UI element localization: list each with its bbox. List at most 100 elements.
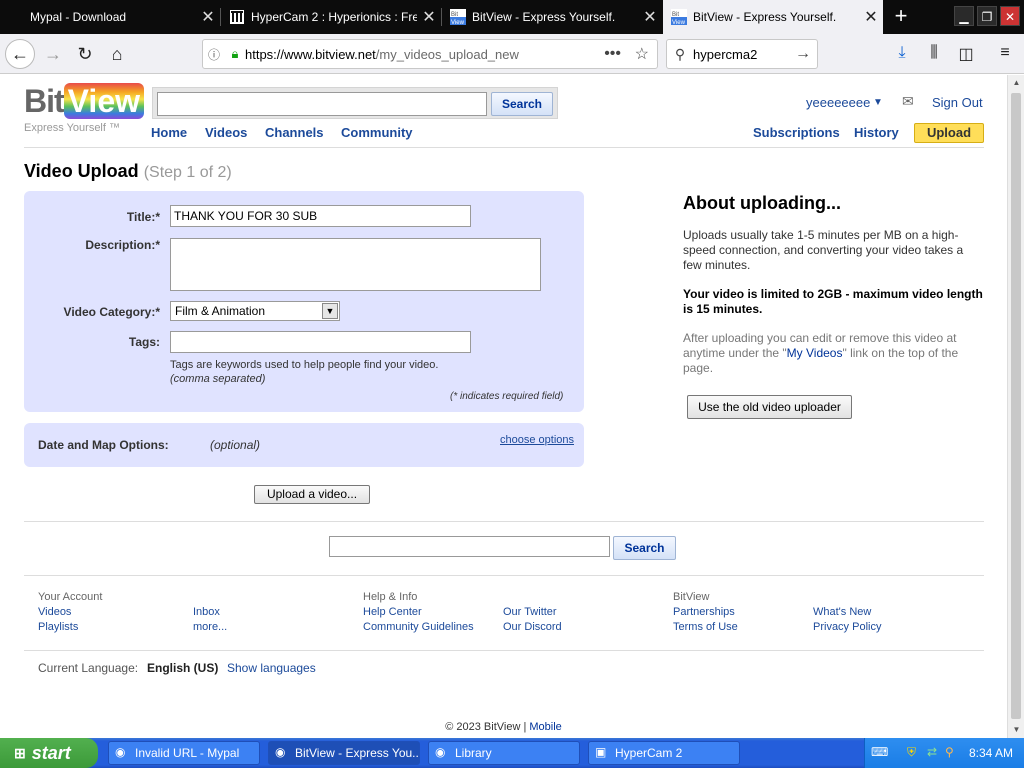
date-map-options-panel: Date and Map Options: (optional) choose … (24, 423, 584, 467)
info-icon[interactable]: ⓘ (203, 46, 225, 63)
minimize-window-icon[interactable]: ▁ (954, 6, 974, 26)
footer-link-playlists[interactable]: Playlists (38, 621, 78, 633)
footer-search-input[interactable] (329, 536, 610, 557)
upload-button[interactable]: Upload (914, 123, 984, 143)
footer-link-inbox[interactable]: Inbox (193, 606, 220, 618)
old-uploader-button[interactable]: Use the old video uploader (687, 395, 852, 419)
hypercam-icon: ▣ (595, 745, 607, 759)
keyboard-icon[interactable]: ⌨ (871, 745, 888, 759)
close-icon[interactable]: ✕ (638, 7, 662, 27)
upload-video-button[interactable]: Upload a video... (254, 485, 370, 504)
scrollbar-thumb[interactable] (1011, 93, 1021, 719)
menu-hamburger-icon[interactable]: ≡ (994, 44, 1016, 66)
system-tray: ⌨ ⛨ ⇄ ⚲ 8:34 AM (864, 738, 1024, 768)
subscriptions-link[interactable]: Subscriptions (753, 125, 840, 140)
footer-search-button[interactable]: Search (613, 536, 676, 560)
title-input[interactable]: THANK YOU FOR 30 SUB (170, 205, 471, 227)
tags-hint: Tags are keywords used to help people fi… (170, 359, 439, 371)
windows-logo-icon: ⊞ (14, 744, 26, 761)
nav-channels[interactable]: Channels (265, 125, 324, 140)
shield-icon[interactable]: ⛨ (907, 745, 916, 760)
magnifier-icon[interactable]: ⚲ (945, 745, 954, 759)
tab-title: Mypal - Download (30, 10, 127, 24)
tab-title: BitView - Express Yourself. (693, 10, 837, 24)
footer-link-privacy[interactable]: Privacy Policy (813, 621, 881, 633)
taskbar-item-hypercam[interactable]: ▣ HyperCam 2 (588, 741, 740, 765)
tab-mypal-download[interactable]: Mypal - Download ✕ (0, 0, 220, 34)
nav-home[interactable]: Home (151, 125, 187, 140)
copyright-text: © 2023 BitView (445, 721, 521, 733)
footer-link-twitter[interactable]: Our Twitter (503, 606, 557, 618)
nav-community[interactable]: Community (341, 125, 413, 140)
windows-taskbar: ⊞ start ◉ Invalid URL - Mypal ◉ BitView … (0, 738, 1024, 768)
reload-icon[interactable]: ↻ (70, 39, 100, 69)
address-bar[interactable]: ⓘ 🔒︎ https://www.bitview.net/my_videos_u… (202, 39, 658, 69)
tab-hypercam[interactable]: HyperCam 2 : Hyperionics : Free ✕ (221, 0, 441, 34)
sidebar-icon[interactable]: ◫ (955, 44, 977, 66)
start-label: start (31, 742, 71, 763)
sign-out-link[interactable]: Sign Out (932, 95, 983, 110)
close-icon[interactable]: ✕ (417, 7, 441, 27)
dropdown-caret-icon[interactable]: ▼ (873, 97, 883, 108)
about-text-speed: Uploads usually take 1-5 minutes per MB … (683, 228, 964, 272)
page-title: Video Upload (Step 1 of 2) (24, 161, 232, 182)
go-arrow-icon[interactable]: → (795, 45, 811, 63)
bookmark-star-icon[interactable]: ☆ (635, 44, 649, 64)
nav-videos[interactable]: Videos (205, 125, 247, 140)
page-scrollbar[interactable]: ▲ ▼ (1007, 75, 1024, 738)
page-actions-icon[interactable]: ••• (604, 45, 621, 63)
restore-window-icon[interactable]: ❐ (977, 6, 997, 26)
scroll-up-arrow-icon[interactable]: ▲ (1008, 75, 1024, 91)
tab-bitview-active[interactable]: Bit View BitView - Express Yourself. ✕ (663, 0, 883, 34)
footer-link-videos[interactable]: Videos (38, 606, 71, 618)
close-icon[interactable]: ✕ (196, 7, 220, 27)
mypal-icon: ◉ (435, 745, 446, 759)
show-languages-link[interactable]: Show languages (227, 661, 316, 675)
footer-link-more[interactable]: more... (193, 621, 227, 633)
category-select[interactable]: Film & Animation ▼ (170, 301, 340, 321)
my-videos-link[interactable]: My Videos (787, 346, 843, 360)
mail-icon[interactable]: ✉ (902, 93, 914, 110)
about-uploading-panel: About uploading... Uploads usually take … (683, 193, 983, 390)
bitview-favicon: Bit View (450, 9, 466, 25)
start-button[interactable]: ⊞ start (0, 738, 98, 768)
tags-input[interactable] (170, 331, 471, 353)
close-window-icon[interactable]: ✕ (1000, 6, 1020, 26)
required-field-note: (* indicates required field) (450, 391, 564, 402)
footer-link-help-center[interactable]: Help Center (363, 606, 422, 618)
close-icon[interactable]: ✕ (859, 7, 883, 27)
site-search-input[interactable] (157, 92, 487, 116)
footer-link-partnerships[interactable]: Partnerships (673, 606, 735, 618)
footer-link-community-guidelines[interactable]: Community Guidelines (363, 621, 474, 633)
home-icon[interactable]: ⌂ (102, 39, 132, 69)
scroll-down-arrow-icon[interactable]: ▼ (1008, 722, 1024, 738)
date-map-label: Date and Map Options: (38, 438, 169, 452)
history-link[interactable]: History (854, 125, 899, 140)
footer-link-discord[interactable]: Our Discord (503, 621, 562, 633)
clock[interactable]: 8:34 AM (969, 746, 1013, 760)
username-link[interactable]: yeeeeeeee (806, 95, 870, 110)
forward-arrow-icon[interactable]: → (38, 39, 68, 69)
chevron-down-icon[interactable]: ▼ (322, 303, 338, 319)
download-icon[interactable]: ⤓ (891, 44, 913, 66)
browser-search-value: hypercma2 (693, 46, 758, 62)
bitview-logo[interactable]: Bit View Express Yourself ™ (24, 83, 144, 134)
choose-options-link[interactable]: choose options (500, 434, 574, 446)
footer-link-terms[interactable]: Terms of Use (673, 621, 738, 633)
footer-link-whats-new[interactable]: What's New (813, 606, 871, 618)
taskbar-item-bitview[interactable]: ◉ BitView - Express You... (268, 741, 420, 765)
new-tab-plus-icon[interactable]: + (888, 4, 914, 30)
description-textarea[interactable] (170, 238, 541, 291)
back-arrow-icon[interactable]: ← (5, 39, 35, 69)
browser-search-box[interactable]: ⚲ hypercma2 → (666, 39, 818, 69)
search-icon: ⚲ (674, 45, 686, 62)
network-icon[interactable]: ⇄ (927, 745, 937, 759)
library-icon[interactable]: ⫼ (923, 44, 945, 66)
footer-help-info: Help & Info (363, 591, 418, 603)
tab-bitview-1[interactable]: Bit View BitView - Express Yourself. ✕ (442, 0, 662, 34)
mobile-link[interactable]: Mobile (529, 721, 561, 733)
taskbar-item-library[interactable]: ◉ Library (428, 741, 580, 765)
svg-text:Bit: Bit (672, 12, 679, 18)
site-search-button[interactable]: Search (491, 92, 553, 116)
taskbar-item-mypal[interactable]: ◉ Invalid URL - Mypal (108, 741, 260, 765)
